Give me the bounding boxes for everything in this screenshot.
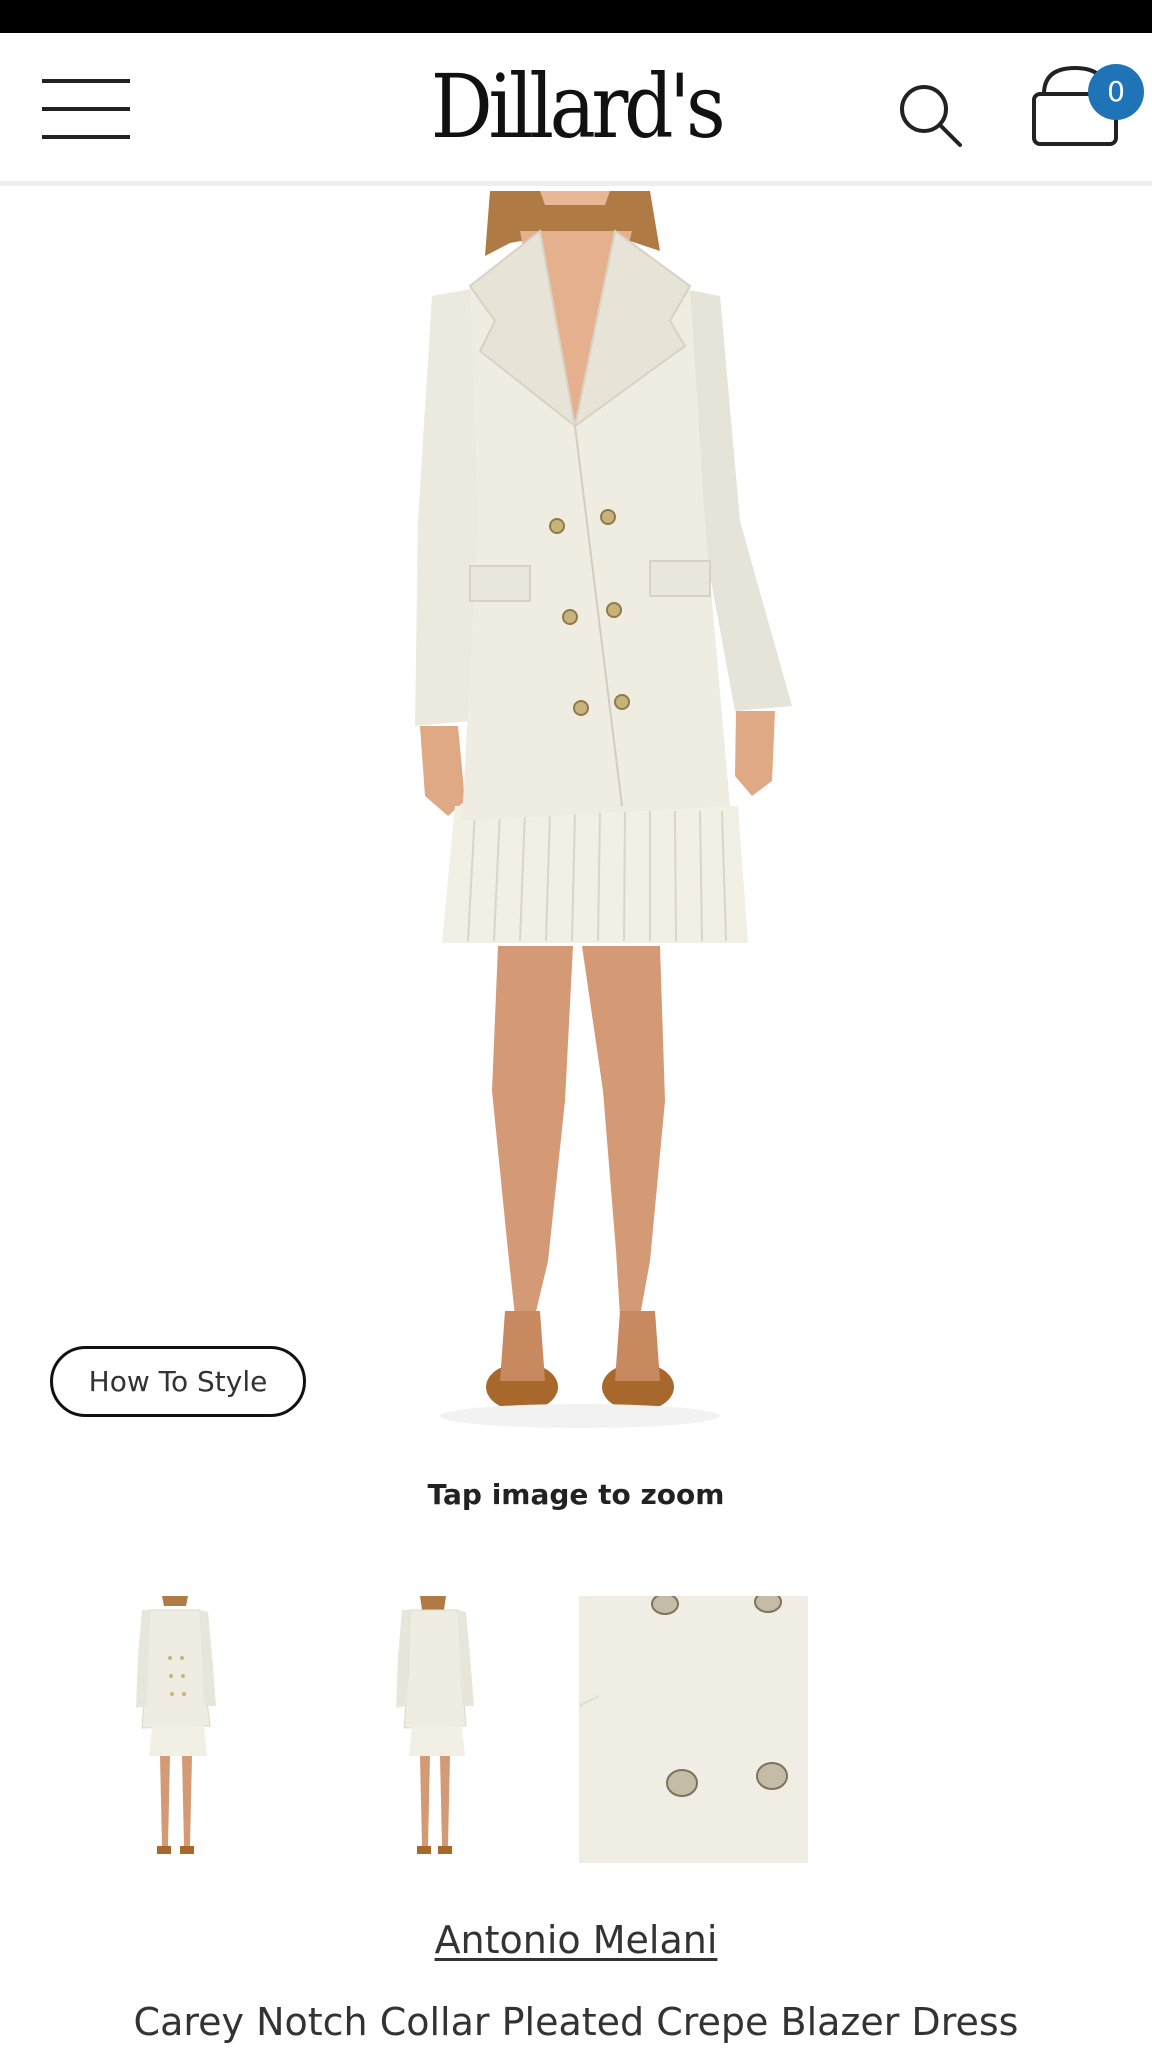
search-icon[interactable] [894, 79, 966, 151]
zoom-hint: Tap image to zoom [427, 1478, 725, 1511]
how-to-style-button[interactable]: How To Style [50, 1346, 306, 1417]
thumbnail-button-detail[interactable] [579, 1596, 808, 1863]
thumbnail-front[interactable] [92, 1596, 252, 1863]
thumbnail-back[interactable] [352, 1596, 512, 1863]
brand-link[interactable]: Antonio Melani [435, 1918, 718, 1962]
product-title: Carey Notch Collar Pleated Crepe Blazer … [133, 2000, 1019, 2044]
dillards-logo[interactable]: Dillard's [0, 63, 1152, 151]
status-bar [0, 0, 1152, 33]
brand-link-container: Antonio Melani [0, 1918, 1152, 1962]
product-main-image[interactable] [0, 191, 1152, 1434]
cart-count-badge[interactable]: 0 [1088, 64, 1144, 120]
site-header: Dillard's [0, 33, 1152, 186]
